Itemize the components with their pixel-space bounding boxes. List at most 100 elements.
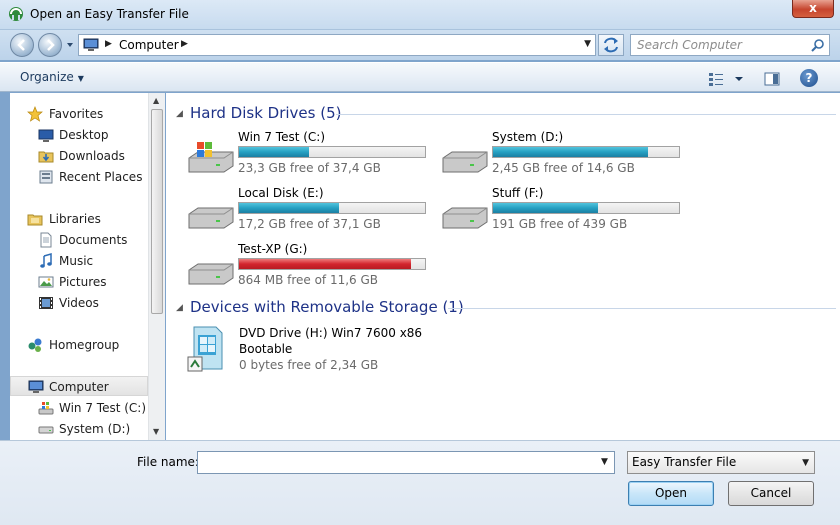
dvd-drive-item[interactable]: DVD Drive (H:) Win7 7600 x86 Bootable 0 … bbox=[186, 325, 586, 381]
group-title: Hard Disk Drives (5) bbox=[190, 104, 342, 122]
drive-item[interactable]: Local Disk (E:) 17,2 GB free of 37,1 GB bbox=[186, 186, 436, 236]
drive-name: Stuff (F:) bbox=[492, 186, 544, 200]
documents-icon bbox=[40, 232, 52, 248]
capacity-bar bbox=[238, 258, 426, 270]
sidebar-item-desktop[interactable]: Desktop bbox=[10, 125, 148, 145]
address-dropdown-icon[interactable]: ▼ bbox=[584, 39, 591, 49]
sidebar-item-homegroup[interactable]: Homegroup bbox=[10, 335, 148, 355]
capacity-bar bbox=[238, 146, 426, 158]
sidebar-item-label: Recent Places bbox=[59, 170, 143, 184]
recent-places-icon bbox=[39, 170, 53, 184]
videos-icon bbox=[39, 297, 53, 309]
windows-drive-icon bbox=[188, 142, 234, 173]
help-button[interactable]: ? bbox=[800, 69, 818, 87]
sidebar-item-videos[interactable]: Videos bbox=[10, 293, 148, 313]
sidebar-item-label: Homegroup bbox=[49, 338, 120, 352]
search-icon[interactable] bbox=[811, 38, 825, 52]
navigation-scrollbar[interactable]: ▲ ▼ bbox=[148, 93, 165, 440]
capacity-fill bbox=[239, 259, 412, 269]
drive-name: Local Disk (E:) bbox=[238, 186, 324, 200]
sidebar-item-favorites[interactable]: Favorites bbox=[10, 104, 148, 124]
organize-label: Organize bbox=[20, 70, 74, 84]
close-icon: x bbox=[809, 1, 817, 15]
sidebar-item-win7-drive[interactable]: Win 7 Test (C:) bbox=[10, 398, 148, 418]
sidebar-item-downloads[interactable]: Downloads bbox=[10, 146, 148, 166]
sidebar-item-music[interactable]: Music bbox=[10, 251, 148, 271]
sidebar-item-pictures[interactable]: Pictures bbox=[10, 272, 148, 292]
drive-item[interactable]: Test-XP (G:) 864 MB free of 11,6 GB bbox=[186, 242, 436, 292]
sidebar-item-computer[interactable]: Computer bbox=[10, 376, 148, 396]
sidebar-item-documents[interactable]: Documents bbox=[10, 230, 148, 250]
drive-name: Win 7 Test (C:) bbox=[238, 130, 326, 144]
scroll-down-icon[interactable]: ▼ bbox=[153, 427, 159, 436]
drive-free-space: 23,3 GB free of 37,4 GB bbox=[238, 161, 381, 175]
drive-item[interactable]: Stuff (F:) 191 GB free of 439 GB bbox=[440, 186, 690, 236]
libraries-icon bbox=[27, 214, 43, 226]
drive-name: System (D:) bbox=[492, 130, 564, 144]
scrollbar-thumb[interactable] bbox=[151, 109, 163, 314]
title-bar: Open an Easy Transfer File x bbox=[0, 0, 840, 30]
open-button[interactable]: Open bbox=[628, 481, 714, 506]
breadcrumb-chevron-icon[interactable]: ▶ bbox=[105, 39, 112, 49]
capacity-fill bbox=[493, 147, 648, 157]
sidebar-item-label: Libraries bbox=[49, 212, 101, 226]
drive-icon bbox=[442, 207, 488, 229]
sidebar-item-system-drive[interactable]: System (D:) bbox=[10, 419, 148, 439]
drive-icon bbox=[442, 151, 488, 173]
sidebar-item-label: Videos bbox=[59, 296, 99, 310]
drive-item[interactable]: Win 7 Test (C:) 23,3 GB free of 37,4 GB bbox=[186, 130, 436, 180]
preview-pane-icon[interactable] bbox=[764, 71, 780, 87]
sidebar-item-libraries[interactable]: Libraries bbox=[10, 209, 148, 229]
group-header-hard-disk-drives[interactable]: ◢ Hard Disk Drives (5) bbox=[176, 104, 836, 124]
close-button[interactable]: x bbox=[792, 0, 834, 18]
computer-icon bbox=[83, 38, 99, 51]
drive-item[interactable]: System (D:) 2,45 GB free of 14,6 GB bbox=[440, 130, 690, 180]
collapse-triangle-icon[interactable]: ◢ bbox=[176, 109, 183, 119]
recent-pages-dropdown-icon[interactable] bbox=[65, 40, 75, 50]
drive-icon bbox=[188, 207, 234, 229]
search-box[interactable]: Search Computer bbox=[630, 34, 830, 56]
cancel-button[interactable]: Cancel bbox=[728, 481, 814, 506]
navigation-pane: Favorites Desktop Downloads Recent Place… bbox=[10, 93, 148, 440]
sidebar-item-label: Win 7 Test (C:) bbox=[59, 401, 147, 415]
sidebar-item-label: Music bbox=[59, 254, 94, 268]
file-type-select[interactable]: Easy Transfer File ▼ bbox=[627, 451, 815, 474]
change-view-icon[interactable] bbox=[708, 71, 746, 87]
sidebar-item-label: Favorites bbox=[49, 107, 104, 121]
capacity-fill bbox=[239, 147, 310, 157]
group-divider bbox=[336, 114, 836, 115]
file-name-dropdown-icon[interactable]: ▼ bbox=[601, 457, 608, 467]
drive-free-space: 191 GB free of 439 GB bbox=[492, 217, 628, 231]
sidebar-item-label: Downloads bbox=[59, 149, 125, 163]
homegroup-icon bbox=[28, 338, 42, 352]
sidebar-item-recent-places[interactable]: Recent Places bbox=[10, 167, 148, 187]
refresh-button[interactable] bbox=[598, 34, 624, 56]
address-bar[interactable]: ▶ Computer ▶ ▼ bbox=[78, 34, 596, 56]
content-pane: ◢ Hard Disk Drives (5) Win 7 Test (C:) 2… bbox=[166, 93, 840, 440]
group-header-removable-storage[interactable]: ◢ Devices with Removable Storage (1) bbox=[176, 298, 836, 318]
scroll-up-icon[interactable]: ▲ bbox=[153, 96, 159, 105]
search-input[interactable]: Search Computer bbox=[637, 38, 742, 52]
star-icon bbox=[27, 106, 43, 122]
capacity-bar bbox=[238, 202, 426, 214]
breadcrumb-chevron-icon[interactable]: ▶ bbox=[181, 39, 188, 49]
capacity-bar bbox=[492, 146, 680, 158]
sidebar-item-label: Computer bbox=[49, 380, 109, 394]
drive-icon bbox=[38, 426, 54, 434]
sidebar-item-label: System (D:) bbox=[59, 422, 131, 436]
downloads-folder-icon bbox=[38, 151, 54, 163]
sidebar-item-label: Documents bbox=[59, 233, 128, 247]
dvd-drive-name: DVD Drive (H:) Win7 7600 x86 bbox=[239, 326, 423, 340]
breadcrumb-computer[interactable]: Computer bbox=[119, 38, 179, 52]
forward-button[interactable] bbox=[38, 33, 62, 57]
chevron-down-icon: ▼ bbox=[802, 458, 809, 468]
easy-transfer-icon bbox=[9, 7, 23, 21]
sidebar-item-label: Pictures bbox=[59, 275, 107, 289]
window-title: Open an Easy Transfer File bbox=[30, 7, 189, 21]
back-button[interactable] bbox=[10, 33, 34, 57]
group-divider bbox=[448, 308, 836, 309]
command-bar: Organize ▼ ? bbox=[0, 62, 840, 92]
file-name-input[interactable] bbox=[197, 451, 615, 474]
collapse-triangle-icon[interactable]: ◢ bbox=[176, 303, 183, 313]
organize-button[interactable]: Organize ▼ bbox=[20, 70, 84, 84]
